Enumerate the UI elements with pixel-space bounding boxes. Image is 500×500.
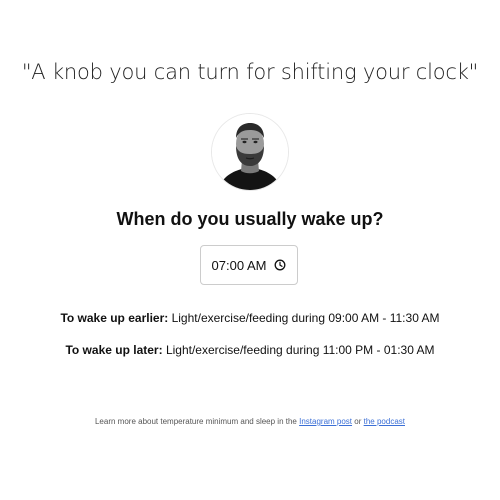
- wake-earlier-advice: To wake up earlier: Light/exercise/feedi…: [0, 311, 500, 325]
- footer-note: Learn more about temperature minimum and…: [0, 417, 500, 426]
- wake-later-text: Light/exercise/feeding during 11:00 PM -…: [165, 343, 435, 357]
- wake-later-advice: To wake up later: Light/exercise/feeding…: [0, 343, 500, 357]
- footer-or-text: or: [354, 417, 362, 426]
- footer-text: Learn more about temperature minimum and…: [94, 417, 297, 426]
- wake-later-label: To wake up later:: [65, 343, 163, 357]
- wake-time-value: 07:00 AM: [211, 257, 267, 273]
- instagram-post-link[interactable]: Instagram post: [299, 417, 352, 426]
- wake-earlier-text: Light/exercise/feeding during 09:00 AM -…: [171, 311, 440, 325]
- wake-up-question: When do you usually wake up?: [116, 209, 384, 229]
- wake-earlier-label: To wake up earlier:: [60, 311, 169, 325]
- portrait-photo: [212, 114, 288, 190]
- quote-heading: "A knob you can turn for shifting your c…: [21, 60, 479, 84]
- avatar: [212, 114, 288, 190]
- clock-icon[interactable]: [274, 259, 286, 271]
- podcast-link[interactable]: the podcast: [364, 417, 405, 426]
- wake-time-input[interactable]: 07:00 AM: [200, 245, 298, 285]
